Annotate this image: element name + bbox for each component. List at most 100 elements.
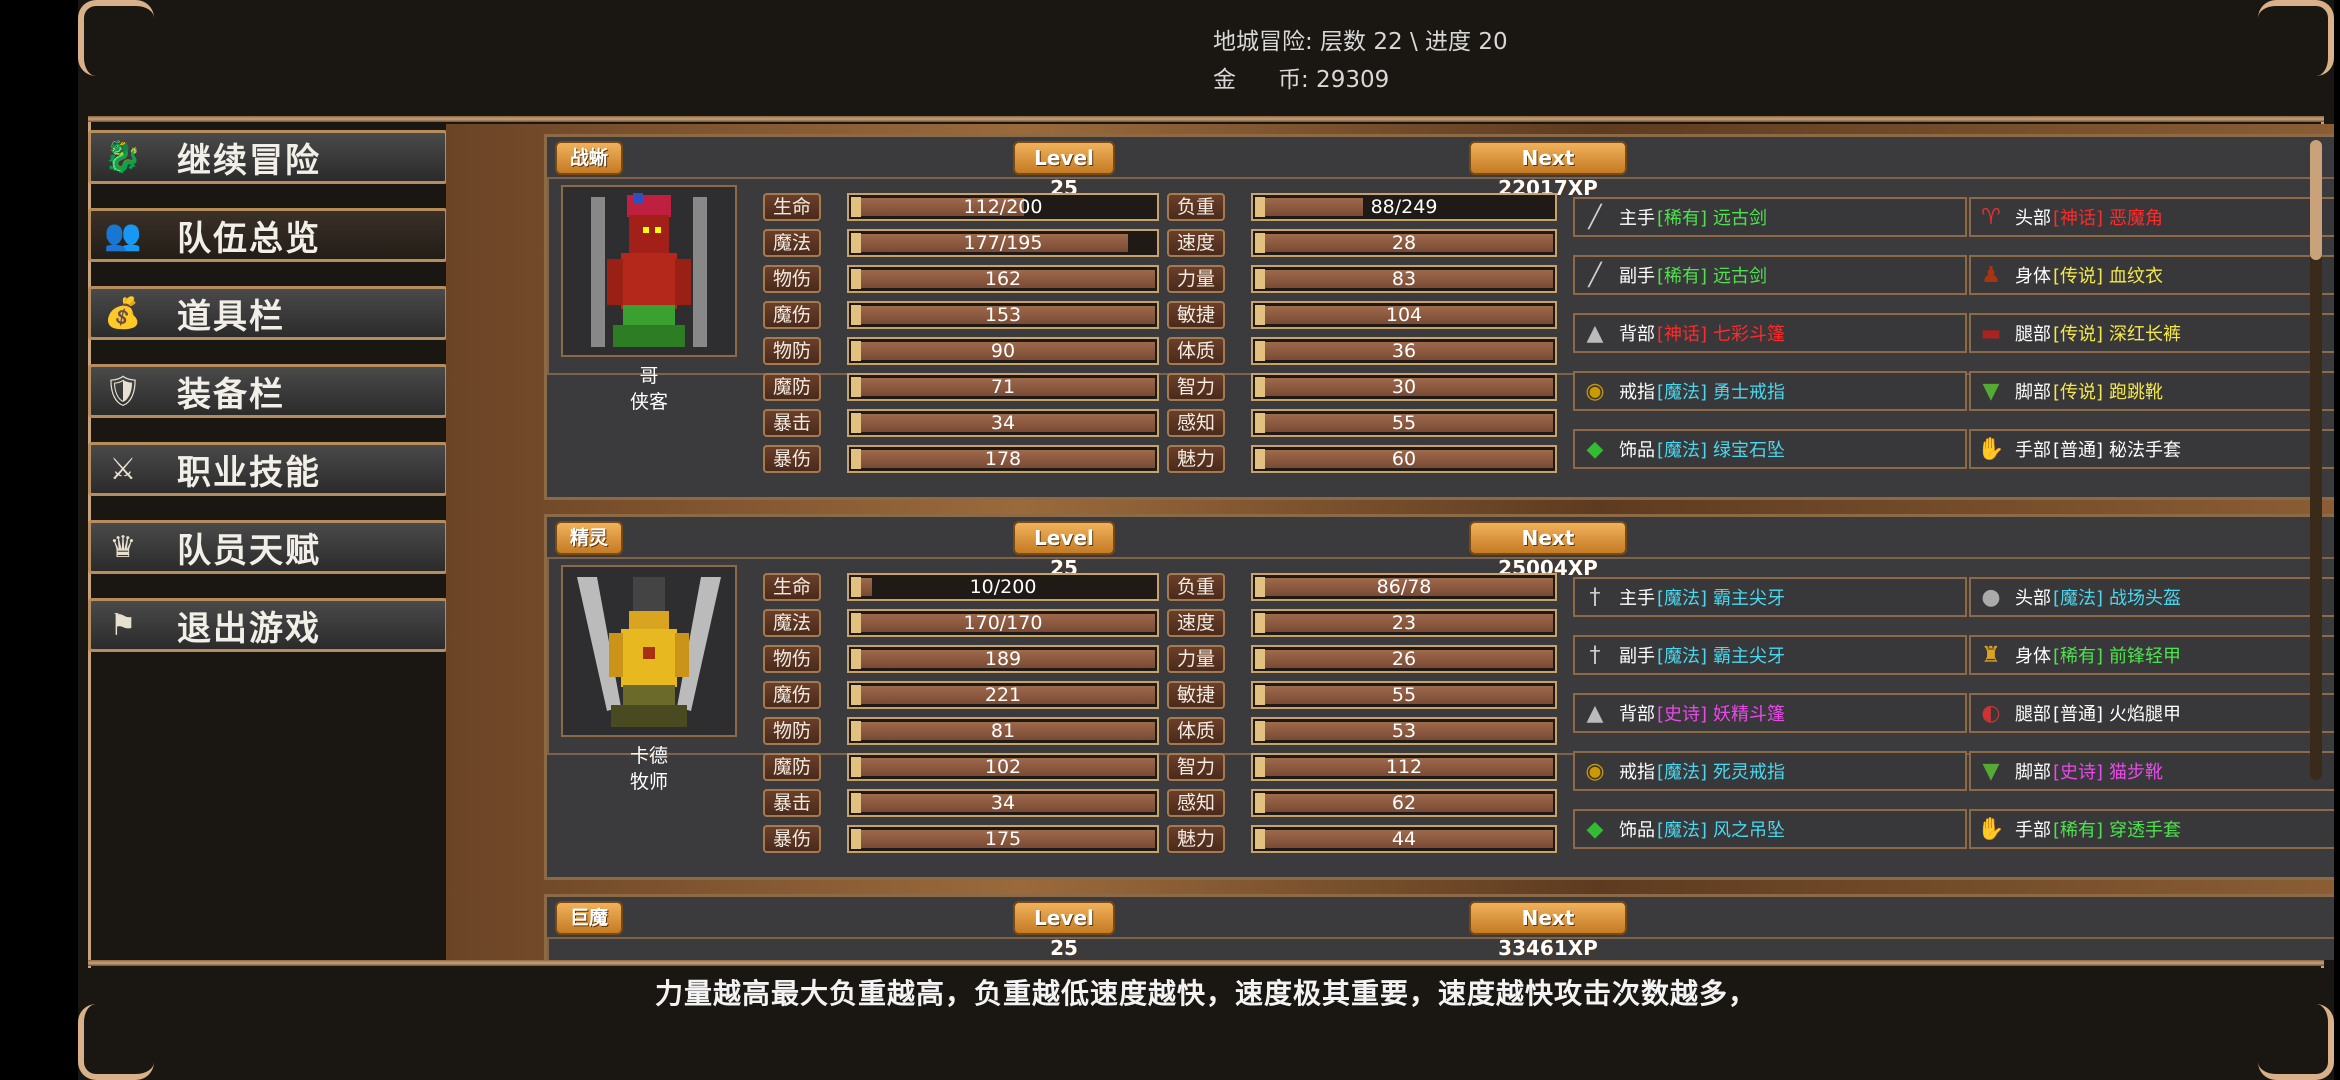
equipment-slot-name: 腿部 xyxy=(2015,324,2051,345)
stat-label: 力量 xyxy=(1167,265,1225,293)
stat-label: 速度 xyxy=(1167,609,1225,637)
equipment-item-name: 七彩斗篷 xyxy=(1713,324,1786,345)
stat-label: 体质 xyxy=(1167,337,1225,365)
hero-name: 哥 xyxy=(639,365,659,387)
equipment-item-name: 死灵戒指 xyxy=(1713,762,1786,783)
equipment-slot[interactable]: ▼ 脚部 [传说] 跑跳靴 xyxy=(1969,371,2334,411)
equipment-slot[interactable]: ▲ 背部 [神话] 七彩斗篷 xyxy=(1573,313,1967,353)
stat-label: 负重 xyxy=(1167,573,1225,601)
stat-bar-speed: 23 xyxy=(1251,609,1557,637)
equipment-slot[interactable]: † 副手 [魔法] 霸主尖牙 xyxy=(1573,635,1967,675)
ring-icon: ◉ xyxy=(1585,378,1605,404)
stat-label: 魔法 xyxy=(763,229,821,257)
equipment-slot[interactable]: ◆ 饰品 [魔法] 风之吊坠 xyxy=(1573,809,1967,849)
equipment-slot[interactable]: ♜ 身体 [稀有] 前锋轻甲 xyxy=(1969,635,2334,675)
equipment-slot[interactable]: ▲ 背部 [史诗] 妖精斗篷 xyxy=(1573,693,1967,733)
stat-bar-pdef: 90 xyxy=(847,337,1159,365)
equipment-slot[interactable]: ● 头部 [魔法] 战场头盔 xyxy=(1969,577,2334,617)
stat-bar-con: 36 xyxy=(1251,337,1557,365)
party-overview-panel[interactable]: 战蜥 Level 25 Next 22017XP 哥侠客 生命 112/200 负重 88/… xyxy=(446,124,2334,960)
sidebar-item-1[interactable]: 👥 队伍总览 xyxy=(88,208,448,262)
equipment-item-name: 猫步靴 xyxy=(2109,762,2164,783)
equipment-slot[interactable]: ◐ 腿部 [普通] 火焰腿甲 xyxy=(1969,693,2334,733)
class-tag: 巨魔 xyxy=(555,901,623,935)
hero-class: 牧师 xyxy=(629,771,668,793)
frame-corner-ornament xyxy=(78,1004,154,1080)
equipment-slot[interactable]: ▼ 脚部 [史诗] 猫步靴 xyxy=(1969,751,2334,791)
equipment-item-name: 火焰腿甲 xyxy=(2109,704,2182,725)
sidebar-item-2[interactable]: 💰 道具栏 xyxy=(88,286,448,340)
stat-bar-speed: 28 xyxy=(1251,229,1557,257)
stat-bar-con: 53 xyxy=(1251,717,1557,745)
stat-bar-pdef: 81 xyxy=(847,717,1159,745)
equipment-item-name: 霸主尖牙 xyxy=(1713,588,1786,609)
equipment-item-name: 绿宝石坠 xyxy=(1713,440,1786,461)
sidebar-item-3[interactable]: 🛡 装备栏 xyxy=(88,364,448,418)
stat-value: 83 xyxy=(1391,268,1417,290)
equipment-slot-name: 背部 xyxy=(1619,704,1655,725)
sidebar-item-5[interactable]: ♛ 队员天赋 xyxy=(88,520,448,574)
stat-bar-per: 55 xyxy=(1251,409,1557,437)
stat-value: 104 xyxy=(1385,304,1423,326)
gauntlet-icon: ✋ xyxy=(1977,436,2005,462)
stat-bar-per: 62 xyxy=(1251,789,1557,817)
equipment-slot-name: 戒指 xyxy=(1619,762,1655,783)
equipment-item-name: 战场头盔 xyxy=(2109,588,2182,609)
stat-value: 170/170 xyxy=(963,612,1043,634)
stat-label: 物防 xyxy=(763,337,821,365)
stat-bar-mdef: 71 xyxy=(847,373,1159,401)
stat-bar-mp: 170/170 xyxy=(847,609,1159,637)
equipment-slot[interactable]: ╱ 副手 [稀有] 远古剑 xyxy=(1573,255,1967,295)
cloak-icon: ▲ xyxy=(1586,700,1604,726)
equipment-slot[interactable]: ♟ 身体 [传说] 血纹衣 xyxy=(1969,255,2334,295)
stat-label: 体质 xyxy=(1167,717,1225,745)
equipment-slot[interactable]: ◉ 戒指 [魔法] 死灵戒指 xyxy=(1573,751,1967,791)
sidebar-item-label: 职业技能 xyxy=(177,452,321,493)
sidebar-item-6[interactable]: ⚑ 退出游戏 xyxy=(88,598,448,652)
leg-armor-icon: ◐ xyxy=(1981,700,2001,726)
stat-value: 55 xyxy=(1391,684,1417,706)
stat-value: 86/78 xyxy=(1376,576,1432,598)
pants-icon: ▬ xyxy=(1980,320,2002,346)
stat-value: 112/200 xyxy=(963,196,1043,218)
scrollbar-thumb[interactable] xyxy=(2310,140,2322,260)
dagger-icon: † xyxy=(1589,642,1601,668)
stat-value: 221 xyxy=(984,684,1022,706)
equipment-rarity: [普通] xyxy=(2053,440,2104,461)
stat-value: 60 xyxy=(1391,448,1417,470)
ring-icon: ◉ xyxy=(1585,758,1605,784)
party-member-card: 巨魔 Level 25 Next 33461XP xyxy=(544,894,2334,960)
equipment-slot[interactable]: † 主手 [魔法] 霸主尖牙 xyxy=(1573,577,1967,617)
equipment-slot[interactable]: ◉ 戒指 [魔法] 勇士戒指 xyxy=(1573,371,1967,411)
sidebar-item-label: 队伍总览 xyxy=(177,218,321,259)
stat-bar-matk: 221 xyxy=(847,681,1159,709)
stat-bar-crit: 34 xyxy=(847,789,1159,817)
equipment-rarity: [史诗] xyxy=(2053,762,2104,783)
equipment-slot[interactable]: ◆ 饰品 [魔法] 绿宝石坠 xyxy=(1573,429,1967,469)
equipment-slot[interactable]: ✋ 手部 [普通] 秘法手套 xyxy=(1969,429,2334,469)
sidebar-item-label: 道具栏 xyxy=(177,296,285,337)
stat-bar-crit: 34 xyxy=(847,409,1159,437)
stat-label: 暴伤 xyxy=(763,825,821,853)
sword-icon: ╱ xyxy=(1588,262,1602,288)
stat-bar-agi: 104 xyxy=(1251,301,1557,329)
amulet-icon: ◆ xyxy=(1586,436,1604,462)
hero-portrait[interactable] xyxy=(561,565,737,737)
equipment-item-name: 秘法手套 xyxy=(2109,440,2182,461)
equipment-slot[interactable]: ▬ 腿部 [传说] 深红长裤 xyxy=(1969,313,2334,353)
equipment-slot[interactable]: ╱ 主手 [稀有] 远古剑 xyxy=(1573,197,1967,237)
equipment-item-name: 前锋轻甲 xyxy=(2109,646,2182,667)
dungeon-progress: 地城冒险: 层数 22 \ 进度 20 xyxy=(1213,29,1508,55)
sidebar-item-0[interactable]: 🐉 继续冒险 xyxy=(88,130,448,184)
equipment-slot-name: 身体 xyxy=(2015,646,2051,667)
sidebar-item-4[interactable]: ⚔ 职业技能 xyxy=(88,442,448,496)
stat-value: 36 xyxy=(1391,340,1417,362)
stat-bar-load: 86/78 xyxy=(1251,573,1557,601)
game-frame: 地城冒险: 层数 22 \ 进度 20 金币: 29309 🐉 继续冒险 👥 队伍总览… xyxy=(78,0,2334,1080)
hero-portrait[interactable] xyxy=(561,185,737,357)
stat-value: 177/195 xyxy=(963,232,1043,254)
frame-corner-ornament xyxy=(2258,1004,2334,1080)
equipment-slot[interactable]: ♈ 头部 [神话] 恶魔角 xyxy=(1969,197,2334,237)
equipment-slot[interactable]: ✋ 手部 [稀有] 穿透手套 xyxy=(1969,809,2334,849)
stat-label: 物伤 xyxy=(763,645,821,673)
